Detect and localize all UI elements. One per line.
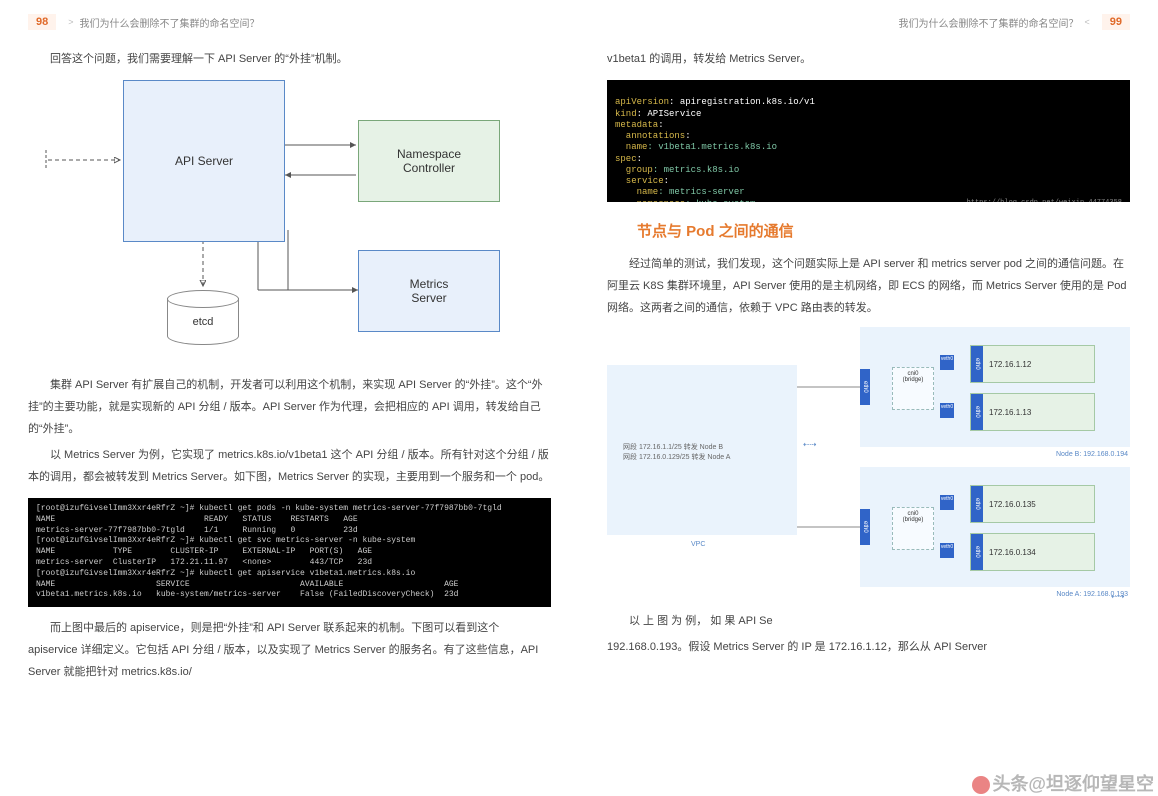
body-text: 而上图中最后的 apiservice，则是把“外挂”和 API Server 联…: [28, 617, 551, 683]
svg-text:⇠⇢: ⇠⇢: [803, 440, 817, 449]
api-server-box: API Server: [123, 80, 285, 242]
header-left: 98 > 我们为什么会删除不了集群的命名空间？: [28, 14, 551, 30]
page-number: 99: [1102, 14, 1130, 30]
body-text: 回答这个问题，我们需要理解一下 API Server 的“外挂”机制。: [28, 48, 551, 70]
pod-box: eth0172.16.1.12: [970, 345, 1095, 383]
network-diagram: ⇠⇢ ⇠⇢ ⇠⇢ ⇠⇢ 网段 172.16.1.1/25 转发 Node B 网…: [607, 327, 1130, 602]
vpc-box: 网段 172.16.1.1/25 转发 Node B 网段 172.16.0.1…: [607, 365, 797, 535]
node-a-label: Node A: 192.168.0.193: [1056, 591, 1128, 598]
header-title: 我们为什么会删除不了集群的命名空间？: [80, 15, 260, 30]
watermark: 头条@坦逐仰望星空: [972, 770, 1154, 796]
para-r2: 以 上 图 为 例， 如 果 API Se: [607, 610, 1130, 632]
chevron-left-icon: <: [1084, 17, 1089, 27]
intro-para: 回答这个问题，我们需要理解一下 API Server 的“外挂”机制。: [28, 48, 551, 70]
continuation: v1beta1 的调用，转发给 Metrics Server。: [607, 48, 1130, 70]
body-text: 以 上 图 为 例， 如 果 API Se 192.168.0.193。假设 M…: [607, 610, 1130, 658]
chevron-right-icon: >: [68, 17, 73, 27]
architecture-diagram: API Server Namespace Controller Metrics …: [28, 80, 551, 360]
veth-icon: veth0: [940, 495, 954, 510]
node-a-box: eth0 cni0 (bridge) veth0 veth0 eth0172.1…: [860, 467, 1130, 587]
para-1: 集群 API Server 有扩展自己的机制，开发者可以利用这个机制，来实现 A…: [28, 374, 551, 440]
body-text: v1beta1 的调用，转发给 Metrics Server。: [607, 48, 1130, 70]
para-2: 以 Metrics Server 为例，它实现了 metrics.k8s.io/…: [28, 444, 551, 488]
eth0-icon: eth0: [860, 369, 870, 405]
header-title: 我们为什么会删除不了集群的命名空间？: [898, 15, 1078, 30]
para-3: 而上图中最后的 apiservice，则是把“外挂”和 API Server 联…: [28, 617, 551, 683]
pod-box: eth0172.16.1.13: [970, 393, 1095, 431]
vpc-label: VPC: [691, 541, 705, 548]
etcd-label: etcd: [168, 316, 238, 328]
etcd-cylinder: etcd: [168, 290, 238, 345]
cni-bridge: cni0 (bridge): [892, 367, 934, 410]
section-heading: 节点与 Pod 之间的通信: [607, 220, 1130, 241]
yaml-block: apiVersion: apiregistration.k8s.io/v1 ki…: [607, 80, 1130, 202]
cni-bridge: cni0 (bridge): [892, 507, 934, 550]
veth-icon: veth0: [940, 403, 954, 418]
pod-box: eth0172.16.0.134: [970, 533, 1095, 571]
para-r1: 经过简单的测试，我们发现，这个问题实际上是 API server 和 metri…: [607, 253, 1130, 319]
veth-icon: veth0: [940, 355, 954, 370]
pod-box: eth0172.16.0.135: [970, 485, 1095, 523]
route-1: 网段 172.16.1.1/25 转发 Node B: [623, 443, 730, 453]
eth0-icon: eth0: [860, 509, 870, 545]
body-text: 集群 API Server 有扩展自己的机制，开发者可以利用这个机制，来实现 A…: [28, 374, 551, 488]
node-b-box: eth0 cni0 (bridge) veth0 veth0 eth0172.1…: [860, 327, 1130, 447]
page-right: 我们为什么会删除不了集群的命名空间？ < 99 v1beta1 的调用，转发给 …: [579, 0, 1158, 792]
route-2: 网段 172.16.0.129/25 转发 Node A: [623, 453, 730, 463]
veth-icon: veth0: [940, 543, 954, 558]
metrics-server-box: Metrics Server: [358, 250, 500, 332]
para-r2b: 192.168.0.193。假设 Metrics Server 的 IP 是 1…: [607, 636, 1130, 658]
terminal-output-1: [root@izufGivselImm3Xxr4eRfrZ ~]# kubect…: [28, 498, 551, 607]
header-right: 我们为什么会删除不了集群的命名空间？ < 99: [607, 14, 1130, 30]
node-b-label: Node B: 192.168.0.194: [1056, 451, 1128, 458]
page-left: 98 > 我们为什么会删除不了集群的命名空间？ 回答这个问题，我们需要理解一下 …: [0, 0, 579, 792]
source-url: https://blog.csdn.net/weixin_44774358: [967, 199, 1122, 203]
page-number: 98: [28, 14, 56, 30]
body-text: 经过简单的测试，我们发现，这个问题实际上是 API server 和 metri…: [607, 253, 1130, 319]
namespace-controller-box: Namespace Controller: [358, 120, 500, 202]
